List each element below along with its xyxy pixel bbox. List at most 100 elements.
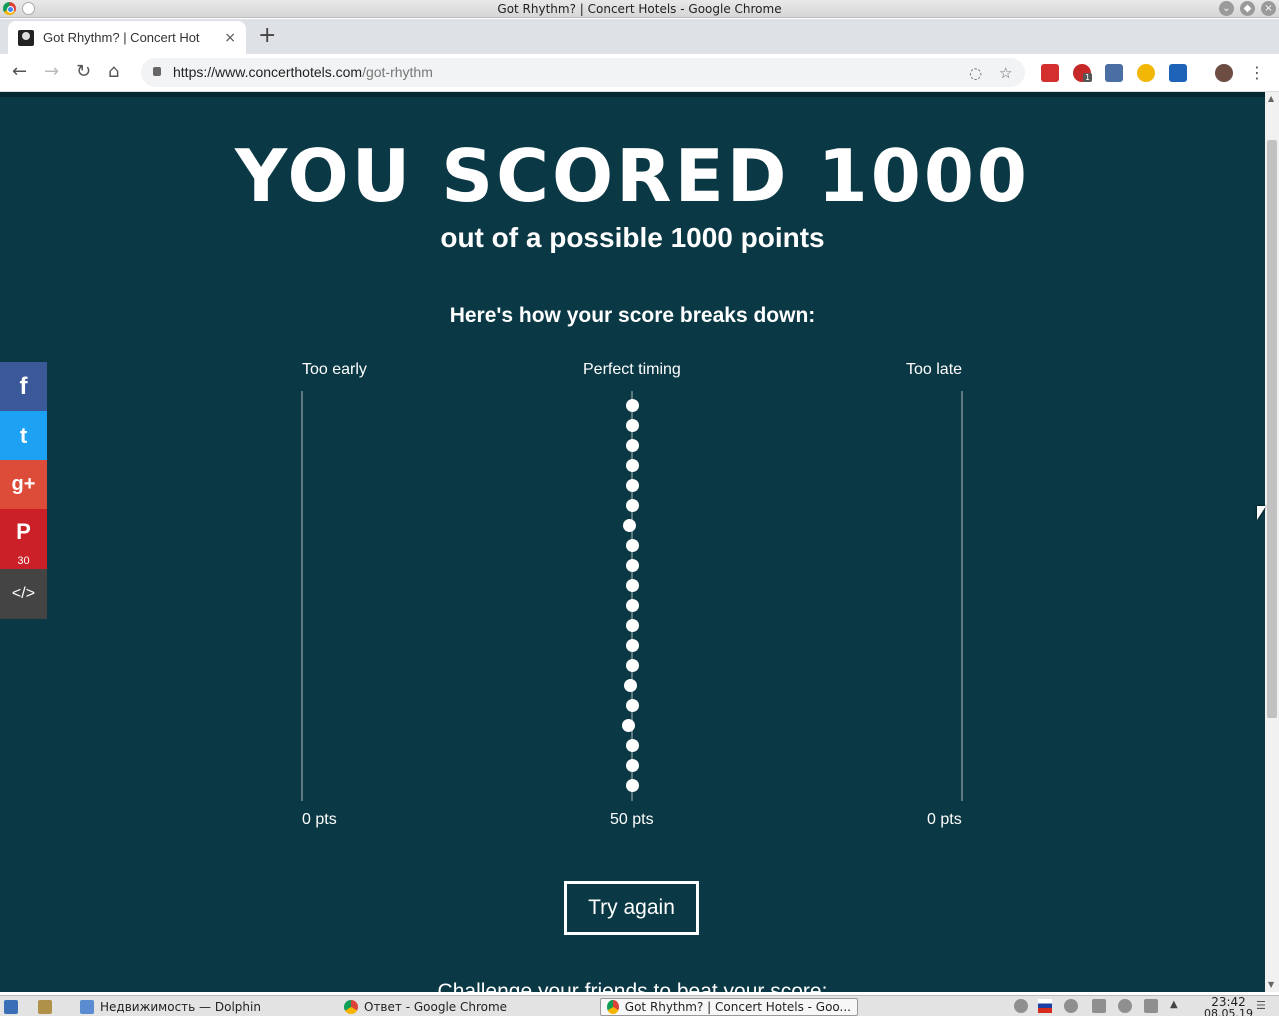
flower-extension-icon[interactable]	[1137, 64, 1155, 82]
taskbar-clock[interactable]: 23:42 08.05.19	[1204, 996, 1253, 1016]
gear-extension-icon[interactable]	[1105, 64, 1123, 82]
google-plus-icon: g+	[11, 473, 36, 495]
concert-hotels-favicon-icon	[18, 29, 34, 46]
clipboard-icon[interactable]	[1144, 999, 1158, 1013]
audio-icon[interactable]	[1118, 999, 1132, 1013]
timing-dot	[626, 559, 639, 572]
maximize-button[interactable]: ◆	[1240, 1, 1255, 16]
facebook-share-button[interactable]: f	[0, 362, 47, 411]
too-late-axis	[961, 391, 963, 801]
back-arrow-icon[interactable]: ←	[12, 62, 27, 82]
too-early-label: Too early	[302, 361, 367, 378]
too-late-label: Too late	[906, 361, 963, 378]
volume-icon[interactable]	[1064, 999, 1078, 1013]
challenge-friends-text: Challenge your friends to beat your scor…	[437, 980, 828, 992]
chrome-menu-icon[interactable]: ⋮	[1249, 63, 1265, 82]
mouse-cursor-icon	[1257, 506, 1266, 520]
twitter-icon: t	[19, 422, 28, 448]
timing-dot	[626, 579, 639, 592]
shield-extension-icon[interactable]	[1169, 64, 1187, 82]
tab-close-icon[interactable]: ×	[224, 30, 236, 46]
blocked-content-icon[interactable]: ◌	[969, 64, 982, 82]
scroll-up-arrow-icon[interactable]: ▲	[1268, 94, 1274, 103]
lastpass-extension-icon[interactable]	[1041, 64, 1059, 82]
taskbar-item-chrome-got-rhythm[interactable]: Got Rhythm? | Concert Hotels - Goo...	[600, 998, 858, 1016]
timing-dot	[622, 719, 635, 732]
timing-dot	[626, 659, 639, 672]
timing-dot	[626, 699, 639, 712]
perfect-timing-label: Perfect timing	[583, 361, 681, 378]
twitter-share-button[interactable]: t	[0, 411, 47, 460]
taskbar-item-dolphin[interactable]: Недвижимость — Dolphin	[74, 998, 334, 1016]
timing-dot	[626, 459, 639, 472]
clock-date: 08.05.19	[1204, 1007, 1253, 1016]
timing-dot	[623, 519, 636, 532]
network-icon[interactable]	[1092, 999, 1106, 1013]
forward-arrow-icon[interactable]: →	[44, 62, 59, 82]
tab-strip: Got Rhythm? | Concert Hot × +	[0, 19, 1279, 54]
show-desktop-icon[interactable]: ☰	[1256, 999, 1270, 1013]
pinterest-share-count: 30	[17, 555, 30, 567]
pinterest-icon: P	[16, 519, 31, 544]
embed-code-icon: </>	[11, 585, 36, 602]
timing-dot	[626, 739, 639, 752]
reload-icon[interactable]: ↻	[76, 62, 91, 82]
os-taskbar: Недвижимость — Dolphin Ответ - Google Ch…	[0, 995, 1279, 1016]
timing-dot	[624, 679, 637, 692]
browser-toolbar: ← → ↻ ⌂ https://www.concerthotels.com/go…	[0, 54, 1279, 92]
adblock-extension-icon[interactable]: 1	[1073, 64, 1093, 82]
scroll-down-arrow-icon[interactable]: ▼	[1268, 980, 1274, 989]
facebook-icon: f	[19, 372, 28, 400]
timing-dot	[626, 639, 639, 652]
page-scrollbar[interactable]: ▲ ▼	[1265, 92, 1279, 992]
address-bar[interactable]: https://www.concerthotels.com/got-rhythm…	[141, 58, 1025, 87]
bookmark-star-icon[interactable]: ☆	[999, 64, 1012, 82]
home-icon[interactable]: ⌂	[108, 62, 119, 82]
timing-dot	[626, 619, 639, 632]
start-menu-button[interactable]	[2, 998, 20, 1016]
extension-badge: 1	[1083, 73, 1093, 82]
dolphin-app-icon	[80, 1000, 94, 1014]
minimize-button[interactable]: ⌄	[1219, 1, 1234, 16]
close-button[interactable]: ×	[1261, 1, 1276, 16]
pen-launcher-button[interactable]	[36, 998, 54, 1016]
window-title: Got Rhythm? | Concert Hotels - Google Ch…	[497, 2, 782, 16]
url-text[interactable]: https://www.concerthotels.com/got-rhythm	[173, 64, 433, 80]
timing-dot	[626, 499, 639, 512]
score-headline: YOU SCORED 1000	[234, 134, 1031, 218]
taskbar-item-label: Got Rhythm? | Concert Hotels - Goo...	[624, 1000, 851, 1014]
timing-dot	[626, 779, 639, 792]
embed-code-button[interactable]: </>	[0, 569, 47, 619]
timing-dot	[626, 599, 639, 612]
too-early-axis	[301, 391, 303, 801]
page-top-border	[0, 92, 1265, 97]
scrollbar-thumb[interactable]	[1267, 140, 1277, 718]
network-settings-icon[interactable]	[1014, 999, 1028, 1013]
game-results-page: YOU SCORED 1000 out of a possible 1000 p…	[0, 92, 1265, 992]
url-host: https://www.concerthotels.com	[173, 64, 363, 80]
taskbar-item-label: Недвижимость — Dolphin	[100, 1000, 261, 1014]
google-plus-share-button[interactable]: g+	[0, 460, 47, 509]
tab-got-rhythm[interactable]: Got Rhythm? | Concert Hot ×	[8, 21, 246, 54]
chrome-app-icon	[607, 1000, 619, 1014]
timing-dot	[626, 759, 639, 772]
keyboard-layout-ru-icon[interactable]	[1038, 999, 1052, 1013]
pinterest-share-button[interactable]: P 30	[0, 509, 47, 569]
window-titlebar: Got Rhythm? | Concert Hotels - Google Ch…	[0, 0, 1279, 18]
window-controls: ⌄ ◆ ×	[1219, 1, 1276, 16]
too-late-points: 0 pts	[927, 811, 962, 828]
perfect-timing-points: 50 pts	[610, 811, 654, 828]
taskbar-item-chrome-answer[interactable]: Ответ - Google Chrome	[338, 998, 596, 1016]
lock-icon[interactable]	[153, 67, 161, 76]
tray-expand-arrow-icon[interactable]: ▲	[1170, 999, 1184, 1013]
timing-dot	[626, 539, 639, 552]
url-path: /got-rhythm	[362, 64, 433, 80]
profile-avatar[interactable]	[1215, 64, 1233, 82]
try-again-button[interactable]: Try again	[564, 881, 699, 935]
timing-dot	[626, 399, 639, 412]
taskbar-item-label: Ответ - Google Chrome	[364, 1000, 508, 1014]
breakdown-title: Here's how your score breaks down:	[449, 304, 816, 327]
new-tab-button[interactable]: +	[258, 24, 276, 48]
kde-start-icon	[4, 1000, 18, 1014]
timing-dot	[626, 439, 639, 452]
